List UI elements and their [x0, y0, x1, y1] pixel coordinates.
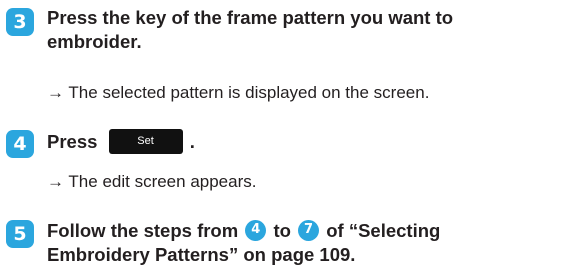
- step-heading-text: of “Selecting: [326, 220, 441, 241]
- step-result-text: The edit screen appears.: [68, 172, 257, 191]
- step-reference-badge: 4: [245, 219, 267, 241]
- step-heading: Press Set .: [47, 128, 195, 156]
- step-heading-line: Press the key of the frame pattern you w…: [47, 7, 454, 28]
- step-result-text: The selected pattern is displayed on the…: [68, 83, 430, 102]
- step-result: → The selected pattern is displayed on t…: [47, 82, 429, 104]
- step-heading-text: Press: [47, 131, 98, 152]
- step-heading: Press the key of the frame pattern you w…: [47, 6, 453, 54]
- step-heading-text: Follow the steps from: [47, 220, 239, 241]
- step-number-badge: 5: [6, 220, 34, 248]
- right-arrow-icon: →: [47, 172, 64, 191]
- set-key-button[interactable]: Set: [108, 128, 183, 154]
- step-result: → The edit screen appears.: [47, 171, 256, 193]
- right-arrow-icon: →: [47, 83, 64, 102]
- step-number-badge: 4: [6, 130, 34, 158]
- step-number-badge: 3: [6, 8, 34, 36]
- step-reference-badge: 7: [298, 219, 320, 241]
- step-heading-line: embroider.: [47, 31, 142, 52]
- step-heading: Follow the steps from 4 to 7 of “Selecti…: [47, 219, 440, 267]
- step-heading-text: to: [273, 220, 291, 241]
- step-heading-line: Embroidery Patterns” on page 109.: [47, 244, 356, 265]
- step-heading-line: Follow the steps from 4 to 7 of “Selecti…: [47, 219, 440, 243]
- step-heading-text: .: [189, 131, 195, 152]
